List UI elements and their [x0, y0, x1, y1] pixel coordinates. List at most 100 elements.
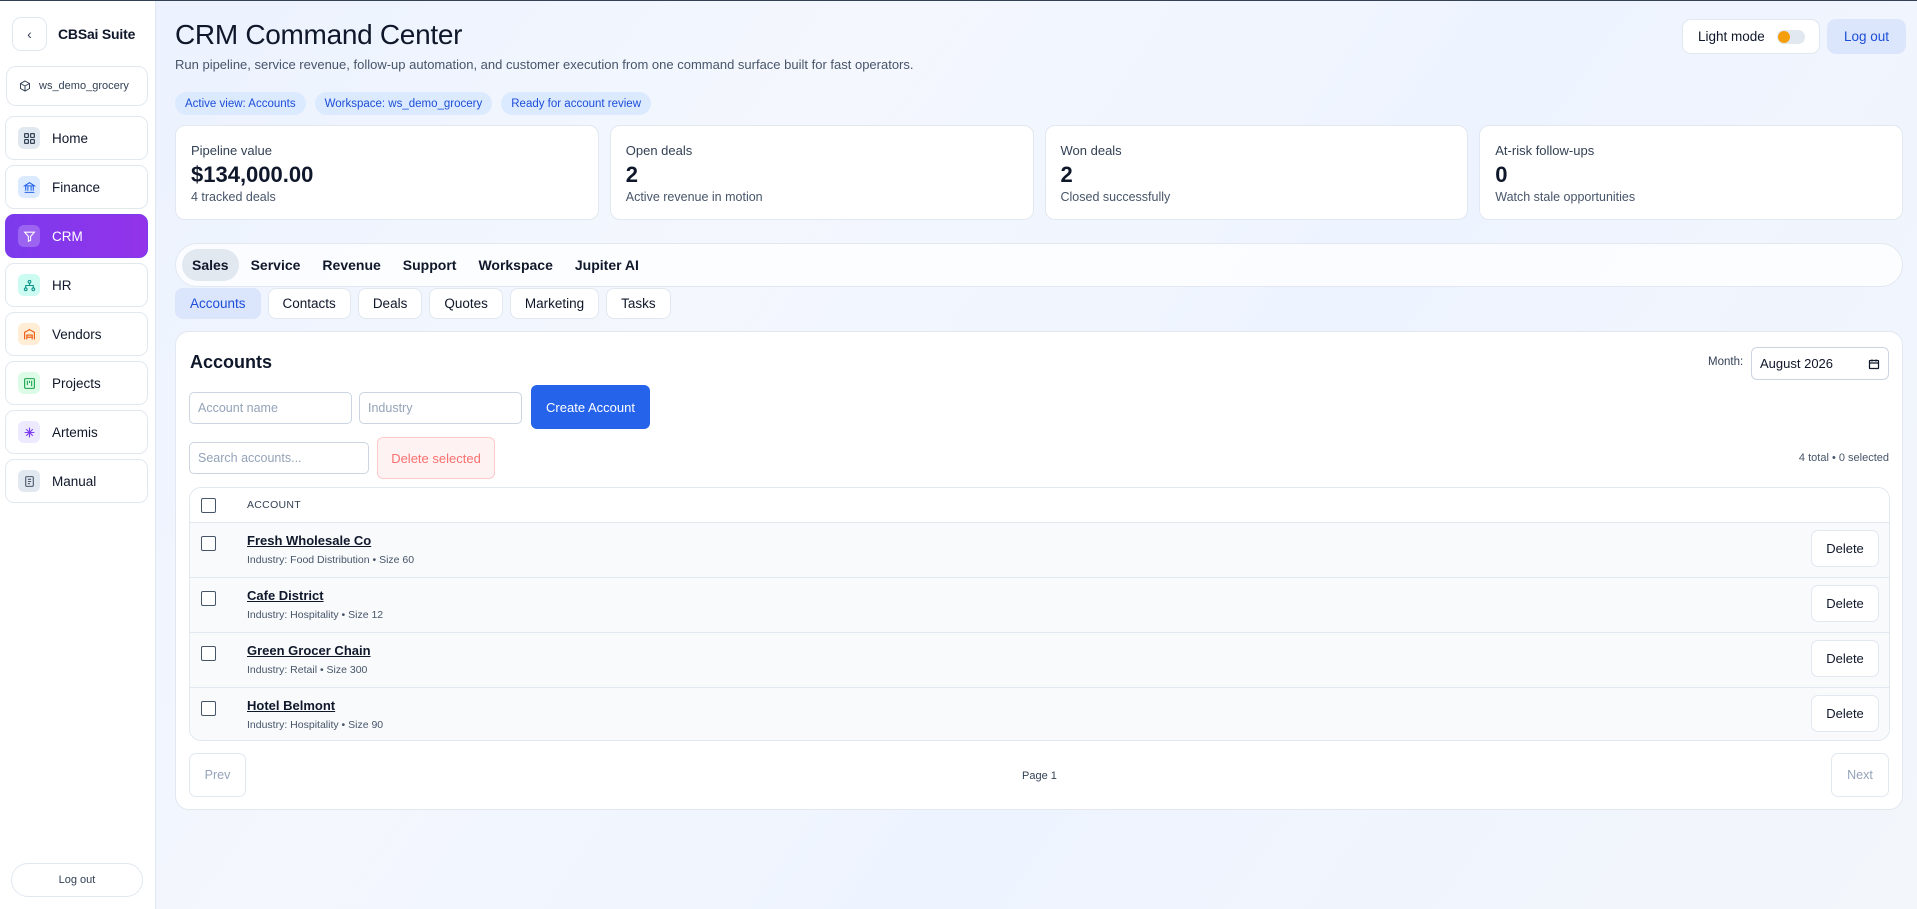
- tab-sales[interactable]: Sales: [182, 249, 239, 281]
- page-subtitle: Run pipeline, service revenue, follow-up…: [175, 57, 914, 72]
- delete-selected-button[interactable]: Delete selected: [377, 437, 495, 479]
- active-view-chip: Active view: Accounts: [175, 92, 306, 115]
- sidebar-item-vendors[interactable]: Vendors: [5, 312, 148, 356]
- kpi-label: At-risk follow-ups: [1495, 143, 1595, 158]
- workspace-chip: Workspace: ws_demo_grocery: [314, 92, 493, 115]
- tab-accounts[interactable]: Accounts: [175, 288, 261, 319]
- kpi-label: Pipeline value: [191, 143, 272, 158]
- sidebar-nav: Home Finance CRM HR Vendors Projects Art…: [5, 116, 148, 508]
- row-checkbox-cell: [190, 578, 247, 632]
- tab-tasks[interactable]: Tasks: [606, 288, 671, 319]
- brand: ‹ CBSai Suite: [12, 17, 135, 51]
- tab-support[interactable]: Support: [393, 249, 467, 281]
- sidebar-item-label: Vendors: [52, 326, 102, 342]
- review-status-chip: Ready for account review: [501, 92, 652, 115]
- table-row: Green Grocer Chain Industry: Retail • Si…: [190, 633, 1889, 688]
- kpi-note: 4 tracked deals: [191, 190, 276, 204]
- account-name-link[interactable]: Cafe District: [247, 588, 383, 603]
- row-content: Green Grocer Chain Industry: Retail • Si…: [247, 633, 371, 687]
- sidebar-item-crm[interactable]: CRM: [5, 214, 148, 258]
- sidebar-item-label: Home: [52, 130, 89, 146]
- select-all-checkbox[interactable]: [201, 497, 216, 513]
- month-value: August 2026: [1760, 356, 1834, 371]
- accounts-panel: Accounts Month: August 2026 Account name…: [175, 331, 1903, 810]
- account-name-link[interactable]: Fresh Wholesale Co: [247, 533, 414, 548]
- row-content: Fresh Wholesale Co Industry: Food Distri…: [247, 523, 414, 577]
- delete-row-button[interactable]: Delete: [1811, 585, 1879, 622]
- book-icon: [18, 470, 40, 492]
- sidebar-item-label: CRM: [52, 228, 83, 244]
- toggle-switch[interactable]: [1776, 29, 1805, 44]
- org-chart-icon: [18, 274, 40, 296]
- sidebar-item-home[interactable]: Home: [5, 116, 148, 160]
- status-chips: Active view: Accounts Workspace: ws_demo…: [175, 92, 652, 115]
- delete-row-button[interactable]: Delete: [1811, 640, 1879, 677]
- kpi-note: Watch stale opportunities: [1495, 190, 1636, 204]
- sidebar-logout-button[interactable]: Log out: [11, 863, 143, 897]
- grid-icon: [18, 127, 40, 149]
- logout-button[interactable]: Log out: [1827, 19, 1906, 54]
- tab-deals[interactable]: Deals: [357, 288, 423, 319]
- funnel-icon: [18, 225, 40, 247]
- account-name-link[interactable]: Green Grocer Chain: [247, 643, 371, 658]
- tab-service[interactable]: Service: [241, 249, 311, 281]
- sidebar-item-artemis[interactable]: Artemis: [5, 410, 148, 454]
- create-account-button[interactable]: Create Account: [531, 385, 650, 429]
- kpi-value: 0: [1495, 162, 1508, 187]
- tab-jupiter-ai[interactable]: Jupiter AI: [565, 249, 649, 281]
- sidebar-item-label: Projects: [52, 375, 101, 391]
- warehouse-icon: [18, 323, 40, 345]
- page-title: CRM Command Center: [175, 19, 463, 50]
- workspace-selector[interactable]: ws_demo_grocery: [6, 66, 148, 106]
- row-checkbox[interactable]: [201, 536, 216, 551]
- brand-title: CBSai Suite: [58, 26, 136, 42]
- row-checkbox-cell: [190, 633, 247, 687]
- kpi-won-deals: Won deals 2 Closed successfully: [1044, 125, 1469, 220]
- tab-revenue[interactable]: Revenue: [312, 249, 390, 281]
- account-meta: Industry: Retail • Size 300: [247, 664, 368, 676]
- workspace-name: ws_demo_grocery: [39, 80, 129, 92]
- sidebar: ‹ CBSai Suite ws_demo_grocery Home Finan…: [0, 1, 156, 909]
- kpi-value: $134,000.00: [191, 162, 314, 187]
- tab-workspace[interactable]: Workspace: [468, 249, 562, 281]
- table-header: ACCOUNT: [190, 488, 1889, 523]
- account-meta: Industry: Hospitality • Size 12: [247, 609, 384, 621]
- header-actions: Light mode Log out: [1682, 19, 1906, 54]
- sidebar-item-finance[interactable]: Finance: [5, 165, 148, 209]
- kpi-pipeline-value: Pipeline value $134,000.00 4 tracked dea…: [175, 125, 599, 220]
- tab-quotes[interactable]: Quotes: [429, 288, 503, 319]
- next-page-button[interactable]: Next: [1831, 753, 1889, 797]
- kpi-at-risk-followups: At-risk follow-ups 0 Watch stale opportu…: [1479, 125, 1903, 220]
- delete-row-button[interactable]: Delete: [1811, 695, 1879, 732]
- search-accounts-input[interactable]: Search accounts...: [189, 442, 369, 474]
- collapse-sidebar-button[interactable]: ‹: [12, 17, 47, 51]
- sidebar-item-manual[interactable]: Manual: [5, 459, 148, 503]
- row-checkbox[interactable]: [201, 701, 216, 716]
- prev-page-button[interactable]: Prev: [189, 753, 246, 797]
- kpi-value: 2: [1060, 162, 1073, 187]
- calendar-icon[interactable]: [1868, 358, 1880, 370]
- selection-count: 4 total • 0 selected: [1798, 452, 1889, 464]
- panel-title: Accounts: [190, 352, 273, 372]
- light-mode-toggle[interactable]: Light mode: [1682, 19, 1820, 54]
- sparkle-icon: [18, 421, 40, 443]
- sidebar-item-label: Artemis: [52, 424, 98, 440]
- industry-input[interactable]: Industry: [359, 392, 522, 424]
- tab-marketing[interactable]: Marketing: [509, 288, 600, 319]
- bank-icon: [18, 176, 40, 198]
- sidebar-item-hr[interactable]: HR: [5, 263, 148, 307]
- column-header-account: ACCOUNT: [247, 499, 302, 511]
- delete-row-button[interactable]: Delete: [1811, 530, 1879, 567]
- account-name-input[interactable]: Account name: [189, 392, 352, 424]
- table-row: Cafe District Industry: Hospitality • Si…: [190, 578, 1889, 633]
- kpi-cards: Pipeline value $134,000.00 4 tracked dea…: [175, 125, 1903, 220]
- sidebar-item-projects[interactable]: Projects: [5, 361, 148, 405]
- tab-contacts[interactable]: Contacts: [267, 288, 351, 319]
- kpi-label: Won deals: [1060, 143, 1122, 158]
- account-name-link[interactable]: Hotel Belmont: [247, 698, 383, 713]
- row-checkbox[interactable]: [201, 646, 216, 661]
- row-checkbox[interactable]: [201, 591, 216, 606]
- row-checkbox-cell: [190, 688, 247, 740]
- month-picker[interactable]: August 2026: [1751, 347, 1889, 380]
- kpi-note: Closed successfully: [1060, 190, 1171, 204]
